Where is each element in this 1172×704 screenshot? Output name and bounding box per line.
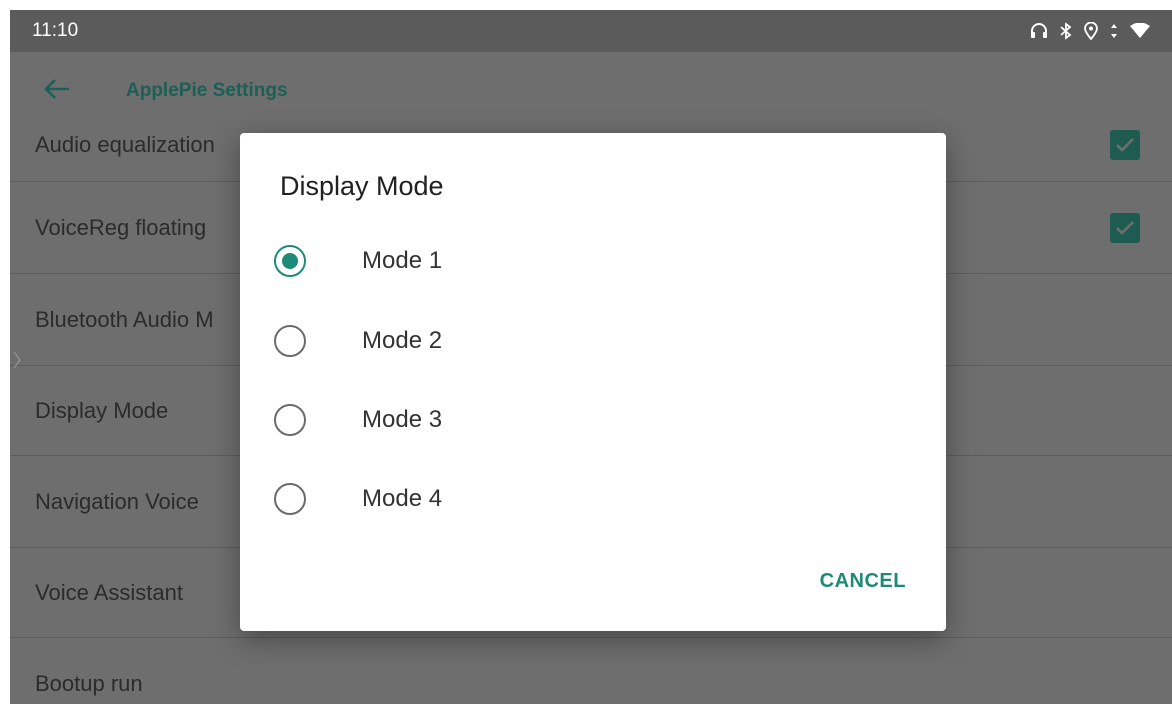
- radio-button[interactable]: [274, 483, 306, 515]
- option-label: Mode 1: [362, 247, 443, 274]
- settings-item-label: Bluetooth Audio M: [35, 306, 214, 332]
- bluetooth-icon: [1060, 22, 1072, 40]
- display-mode-dialog: Display Mode Mode 1 Mode 2 Mode 3 Mode 4…: [240, 133, 946, 631]
- radio-button[interactable]: [274, 404, 306, 436]
- headphones-icon: [1030, 23, 1048, 39]
- chevron-right-icon[interactable]: [12, 350, 22, 375]
- radio-dot: [282, 253, 298, 269]
- settings-item-label: VoiceReg floating: [35, 214, 207, 240]
- screen: 11:10 ApplePie Settings Audio equalizati…: [10, 10, 1172, 704]
- option-label: Mode 2: [362, 327, 443, 354]
- settings-item-label: Voice Assistant: [35, 579, 183, 605]
- location-icon: [1084, 22, 1098, 40]
- page-title: ApplePie Settings: [126, 80, 288, 101]
- dialog-title: Display Mode: [280, 171, 444, 201]
- checkbox-checked[interactable]: [1110, 212, 1140, 243]
- radio-option-mode-3[interactable]: Mode 3: [274, 390, 894, 450]
- radio-option-mode-1[interactable]: Mode 1: [274, 231, 894, 291]
- data-arrows-icon: [1110, 23, 1118, 39]
- check-icon: [1116, 137, 1134, 152]
- status-bar: 11:10: [10, 10, 1172, 52]
- wifi-icon: [1130, 23, 1150, 39]
- app-bar: ApplePie Settings: [10, 52, 1172, 130]
- back-button[interactable]: [32, 66, 82, 116]
- settings-item-label: Bootup run: [35, 670, 143, 696]
- radio-button-selected[interactable]: [274, 245, 306, 277]
- settings-item-label: Display Mode: [35, 397, 169, 423]
- settings-item-label: Audio equalization: [35, 131, 215, 157]
- device-frame: 11:10 ApplePie Settings Audio equalizati…: [0, 0, 1172, 704]
- option-label: Mode 3: [362, 406, 443, 433]
- check-icon: [1116, 220, 1134, 235]
- cancel-button[interactable]: CANCEL: [814, 561, 912, 601]
- arrow-left-icon: [43, 77, 71, 106]
- checkbox-checked[interactable]: [1110, 130, 1140, 160]
- radio-option-mode-4[interactable]: Mode 4: [274, 469, 894, 529]
- radio-button[interactable]: [274, 325, 306, 357]
- status-icons: [1030, 22, 1150, 40]
- settings-item-bootup-run[interactable]: Bootup run: [10, 638, 1172, 704]
- status-time: 11:10: [32, 20, 79, 41]
- radio-option-mode-2[interactable]: Mode 2: [274, 311, 894, 371]
- settings-item-label: Navigation Voice: [35, 488, 199, 514]
- option-label: Mode 4: [362, 485, 443, 512]
